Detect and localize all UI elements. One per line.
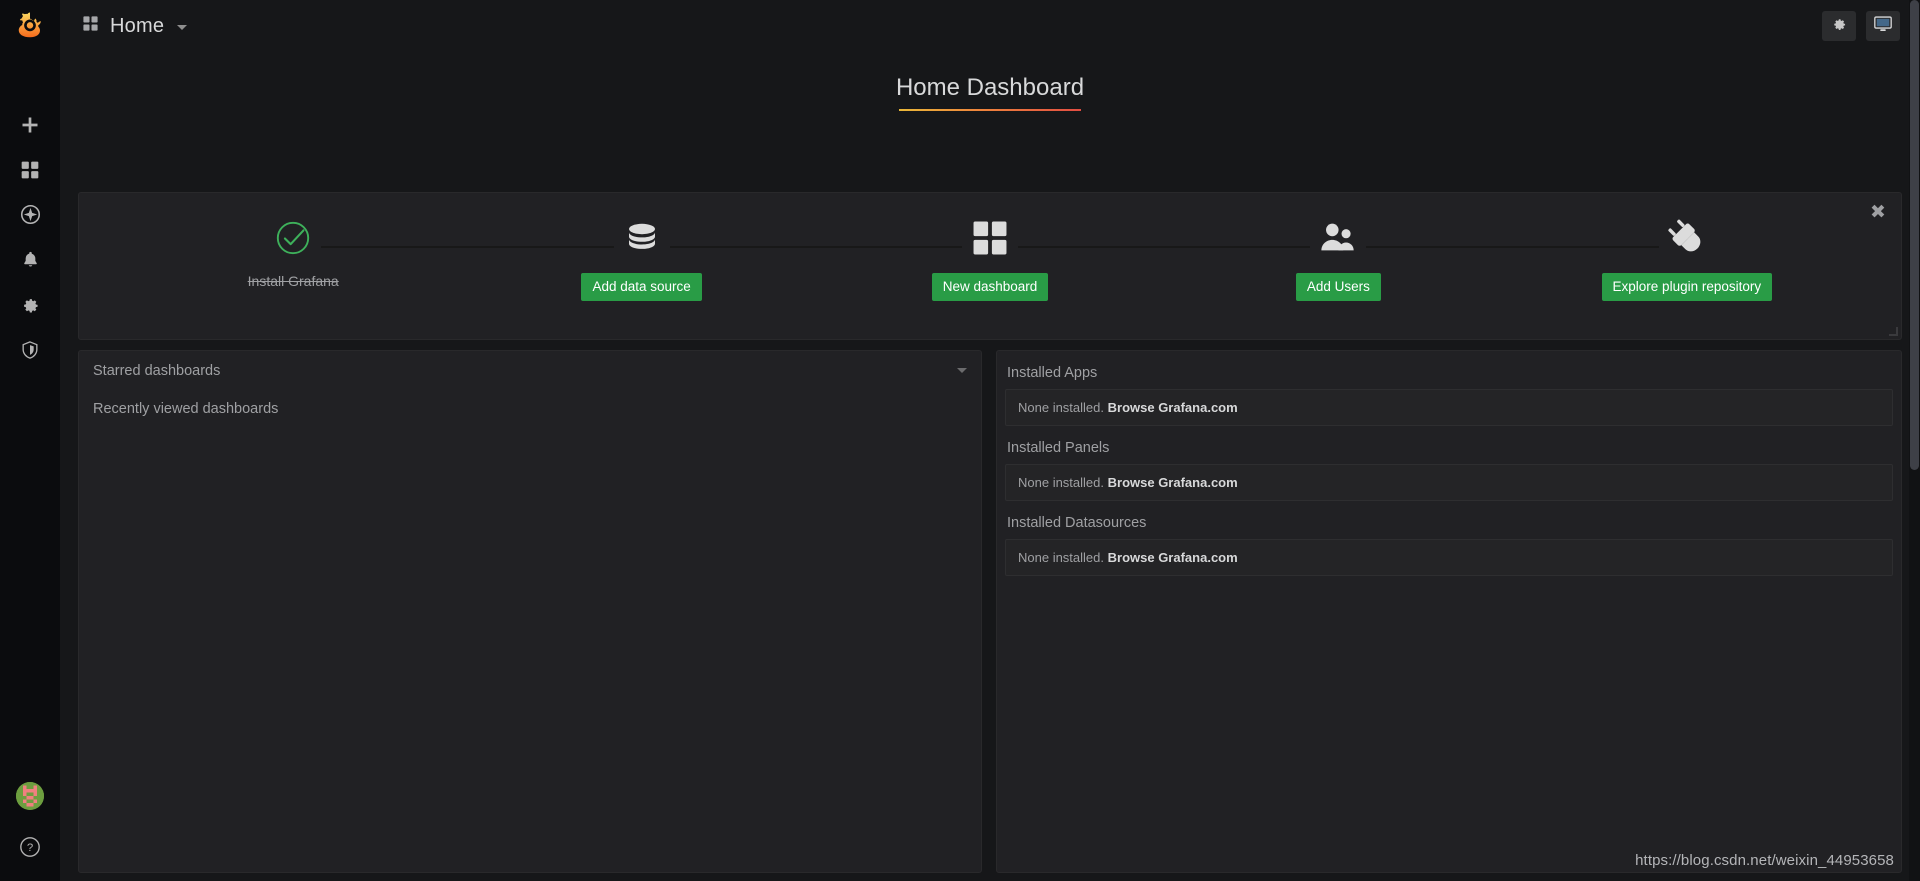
installed-panels-group: Installed Panels None installed. Browse … — [1005, 440, 1893, 501]
step-connector — [669, 246, 963, 248]
title-underline — [899, 109, 1081, 111]
step-label: Install Grafana — [247, 273, 339, 289]
installed-datasources-heading: Installed Datasources — [1007, 515, 1147, 531]
gear-icon — [1831, 16, 1847, 37]
step-new-dashboard: New dashboard — [669, 215, 1164, 301]
step-add-users: Add Users — [1018, 215, 1512, 301]
browse-grafana-link[interactable]: Browse Grafana.com — [1108, 475, 1238, 490]
page-title: Home Dashboard — [895, 74, 1085, 101]
sidebar-item-server-admin[interactable] — [0, 327, 60, 372]
chevron-down-icon[interactable] — [177, 25, 188, 30]
scrollbar-thumb[interactable] — [1910, 0, 1919, 470]
database-icon — [622, 215, 662, 261]
step-connector — [1366, 246, 1659, 248]
step-connector — [1018, 246, 1311, 248]
users-icon — [1317, 215, 1359, 261]
starred-dashboards-title: Starred dashboards — [93, 363, 221, 379]
gear-icon — [20, 295, 40, 315]
getting-started-panel: ✖ Install Grafana Add data source New da… — [78, 192, 1902, 340]
breadcrumb-label: Home — [110, 14, 165, 37]
sidebar-item-configuration[interactable] — [0, 282, 60, 327]
empty-text: None installed. — [1018, 400, 1104, 415]
step-install-grafana: Install Grafana — [119, 215, 467, 289]
step-explore-plugins: Explore plugin repository — [1366, 215, 1861, 301]
installed-apps-empty-row: None installed. Browse Grafana.com — [1005, 389, 1893, 426]
browse-grafana-link[interactable]: Browse Grafana.com — [1108, 400, 1238, 415]
installed-panels-empty-row: None installed. Browse Grafana.com — [1005, 464, 1893, 501]
top-navbar: Home — [60, 0, 1920, 52]
add-users-button[interactable]: Add Users — [1295, 273, 1381, 301]
svg-text:?: ? — [27, 842, 33, 854]
avatar[interactable] — [16, 782, 44, 810]
empty-text: None installed. — [1018, 550, 1104, 565]
panel-resize-handle[interactable] — [1889, 327, 1899, 337]
grafana-logo-button[interactable] — [0, 0, 60, 56]
grafana-logo-icon — [15, 11, 45, 46]
dashboards-list-panel: Starred dashboards Recently viewed dashb… — [78, 350, 982, 873]
dashboard-settings-button[interactable] — [1822, 11, 1856, 41]
sidebar-item-explore[interactable] — [0, 192, 60, 237]
monitor-icon — [1873, 15, 1893, 38]
question-circle-icon[interactable]: ? — [19, 836, 41, 863]
dashboards-grid-icon — [971, 215, 1009, 261]
installed-datasources-empty-row: None installed. Browse Grafana.com — [1005, 539, 1893, 576]
dashboard-title-area: Home Dashboard — [60, 74, 1920, 111]
recently-viewed-dashboards-title: Recently viewed dashboards — [93, 401, 279, 417]
explore-plugin-repository-button[interactable]: Explore plugin repository — [1601, 273, 1773, 301]
sidebar-item-alerting[interactable] — [0, 237, 60, 282]
tv-mode-button[interactable] — [1866, 11, 1900, 41]
new-dashboard-button[interactable]: New dashboard — [931, 273, 1049, 301]
bell-icon — [21, 250, 40, 269]
sidebar-item-create[interactable] — [0, 102, 60, 147]
empty-text: None installed. — [1018, 475, 1104, 490]
chevron-down-icon[interactable] — [957, 368, 967, 373]
watermark-text: https://blog.csdn.net/weixin_44953658 — [1635, 852, 1894, 869]
plug-icon — [1666, 215, 1708, 261]
dashboards-grid-icon — [82, 15, 99, 37]
sidebar: ? — [0, 0, 60, 881]
getting-started-steps: Install Grafana Add data source New dash… — [79, 193, 1901, 339]
sidebar-nav-top — [0, 102, 60, 372]
dashboards-grid-icon — [20, 160, 40, 180]
installed-panels-heading: Installed Panels — [1007, 440, 1110, 456]
step-connector — [321, 246, 614, 248]
browse-grafana-link[interactable]: Browse Grafana.com — [1108, 550, 1238, 565]
topnav-actions — [1822, 11, 1900, 41]
sidebar-nav-bottom: ? — [0, 782, 60, 881]
shield-icon — [20, 340, 40, 360]
installed-apps-group: Installed Apps None installed. Browse Gr… — [1005, 365, 1893, 426]
installed-apps-heading: Installed Apps — [1007, 365, 1098, 381]
starred-dashboards-section: Starred dashboards — [79, 351, 981, 389]
page-scrollbar[interactable] — [1909, 0, 1920, 881]
plus-icon — [20, 115, 40, 135]
recently-viewed-dashboards-section: Recently viewed dashboards — [79, 389, 981, 427]
check-circle-icon — [274, 215, 312, 261]
sidebar-item-dashboards[interactable] — [0, 147, 60, 192]
compass-icon — [20, 204, 41, 225]
breadcrumb[interactable]: Home — [82, 14, 188, 38]
add-data-source-button[interactable]: Add data source — [581, 273, 702, 301]
installed-plugins-panel: Installed Apps None installed. Browse Gr… — [996, 350, 1902, 873]
installed-datasources-group: Installed Datasources None installed. Br… — [1005, 515, 1893, 576]
step-add-data-source: Add data source — [321, 215, 815, 301]
